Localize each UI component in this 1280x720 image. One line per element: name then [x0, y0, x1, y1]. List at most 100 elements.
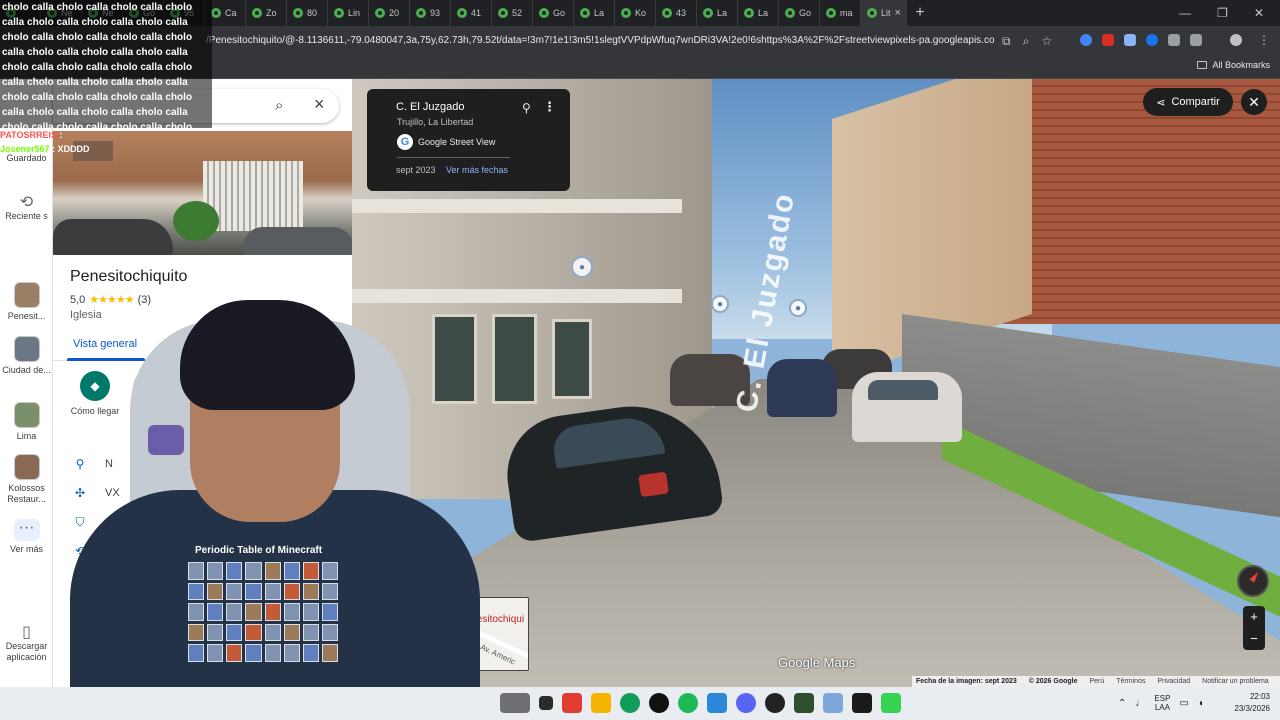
zoom-in-button[interactable]: + [1243, 606, 1265, 628]
browser-tab[interactable]: Lin [328, 0, 369, 26]
tab-title: 80 [307, 8, 318, 18]
sv-place-marker[interactable]: ● [711, 295, 729, 313]
browser-tab[interactable]: Lit × [861, 0, 907, 26]
divider [397, 157, 510, 158]
taskbar-app-icon[interactable] [823, 693, 843, 713]
history-icon: ⟲ [19, 194, 34, 211]
browser-tab[interactable]: 20 [369, 0, 410, 26]
street-view-location-card: C. El Juzgado Trujillo, La Libertad ⚲ ⋮ … [367, 89, 570, 191]
taskbar-app-icon[interactable] [794, 693, 814, 713]
taskbar-app-icon[interactable] [707, 693, 727, 713]
extension-icon[interactable] [1102, 34, 1114, 46]
periodic-cell [321, 562, 338, 580]
more-dates-link[interactable]: Ver más fechas [446, 165, 508, 175]
tab-favicon-icon [457, 8, 467, 18]
display-icon[interactable]: ▭ [1179, 698, 1188, 709]
url-field[interactable]: /Penesitochiquito/@-8.1136611,-79.048004… [206, 32, 994, 50]
clock-time: 22:03 [1249, 692, 1270, 701]
photo-tree [173, 201, 219, 241]
obs-icon[interactable] [765, 693, 785, 713]
terms-link[interactable]: Términos [1116, 678, 1145, 685]
system-clock[interactable]: 22:03 23/3/2026 [1222, 691, 1270, 715]
periodic-cell [264, 603, 281, 621]
taskbar-apps [500, 693, 901, 713]
input-language[interactable]: ESP LAA [1154, 694, 1170, 712]
new-tab-button[interactable]: + [907, 4, 933, 22]
chat-text: : XDDDD [52, 144, 90, 154]
file-explorer-icon[interactable] [591, 693, 611, 713]
browser-tab[interactable]: ma [820, 0, 861, 26]
periodic-cell [207, 562, 224, 580]
share-button[interactable]: ⋖ Compartir [1143, 88, 1233, 116]
more-dots-icon: ··· [13, 519, 40, 541]
close-icon[interactable]: × [314, 94, 325, 115]
minimize-icon[interactable]: — [1179, 6, 1191, 20]
privacy-link[interactable]: Privacidad [1157, 678, 1190, 685]
place-thumbnail [13, 336, 40, 362]
extension-icon[interactable] [1080, 34, 1092, 46]
chevron-up-icon[interactable]: ⌃ [1118, 698, 1126, 709]
stream-chat-lines: PATOSRREIS : Josener567 : XDDDD [0, 130, 212, 158]
periodic-cell [207, 623, 224, 642]
install-app-icon[interactable]: ⧉ [1002, 34, 1011, 49]
report-problem-link[interactable]: Notificar un problema [1202, 678, 1269, 685]
sv-place-marker[interactable]: ● [571, 256, 593, 278]
taskbar-app-icon[interactable] [562, 693, 582, 713]
rail-recent[interactable]: ⟲ Reciente s [0, 194, 53, 222]
browser-tab[interactable]: 93 [410, 0, 451, 26]
extensions-puzzle-icon[interactable] [1190, 34, 1202, 46]
close-street-view-button[interactable]: ✕ [1241, 89, 1267, 115]
close-window-icon[interactable]: ✕ [1254, 6, 1264, 20]
extension-icon[interactable] [1146, 34, 1158, 46]
volume-icon[interactable]: ◖ [1198, 698, 1204, 709]
browser-tab[interactable]: La [697, 0, 738, 26]
more-options-icon[interactable]: ⋮ [543, 99, 556, 115]
extension-icon[interactable] [1124, 34, 1136, 46]
bookmark-star-icon[interactable]: ☆ [1041, 34, 1052, 49]
browser-tab[interactable]: 43 [656, 0, 697, 26]
periodic-cell [207, 644, 224, 662]
tab-title: 41 [471, 8, 482, 18]
browser-tab[interactable]: La [574, 0, 615, 26]
taskbar-app-icon[interactable] [881, 693, 901, 713]
location-pin-icon[interactable]: ⚲ [522, 101, 531, 115]
all-bookmarks-button[interactable]: All Bookmarks [1197, 60, 1270, 70]
taskbar-app-icon[interactable] [649, 693, 669, 713]
periodic-cell [321, 582, 338, 601]
browser-menu-icon[interactable]: ⋮ [1258, 33, 1270, 47]
sv-brick-building [1002, 79, 1280, 324]
browser-tab[interactable]: 41 [451, 0, 492, 26]
profile-avatar[interactable] [1230, 34, 1242, 46]
browser-tab[interactable]: Go [779, 0, 820, 26]
street-view[interactable]: C. El Juzgado ● ● ● C. El Juzgado Trujil… [352, 79, 1280, 687]
task-view-icon[interactable] [539, 696, 553, 710]
taskbar-app-icon[interactable] [500, 693, 530, 713]
window-controls: — ❐ ✕ [1179, 6, 1280, 20]
browser-tab[interactable]: Zo [246, 0, 287, 26]
close-tab-icon[interactable]: × [895, 7, 901, 19]
sv-place-marker[interactable]: ● [789, 299, 807, 317]
browser-tab[interactable]: 80 [287, 0, 328, 26]
rail-place-label: Lima [16, 431, 37, 441]
restore-icon[interactable]: ❐ [1217, 6, 1228, 20]
browser-tab[interactable]: Go [533, 0, 574, 26]
compass-icon[interactable] [1237, 565, 1269, 597]
address-bar-actions: ⧉ ⌕ ☆ [1002, 34, 1052, 49]
discord-icon[interactable] [736, 693, 756, 713]
tab-favicon-icon [539, 8, 549, 18]
microphone-icon[interactable]: ♩ [1135, 698, 1145, 709]
browser-tab[interactable]: Ko [615, 0, 656, 26]
share-label: Compartir [1171, 96, 1220, 108]
extension-icon[interactable] [1168, 34, 1180, 46]
zoom-icon[interactable]: ⌕ [1023, 34, 1030, 49]
browser-tab[interactable]: La [738, 0, 779, 26]
zoom-out-button[interactable]: − [1243, 628, 1265, 650]
chat-message: cholo calla cholo calla cholo calla chol… [2, 2, 193, 128]
tab-title: Lit [881, 8, 891, 18]
chrome-icon[interactable] [620, 693, 640, 713]
country-link[interactable]: Perú [1090, 678, 1105, 685]
browser-tab[interactable]: 52 [492, 0, 533, 26]
spotify-icon[interactable] [678, 693, 698, 713]
search-icon[interactable]: ⌕ [275, 97, 283, 114]
epic-games-icon[interactable] [852, 693, 872, 713]
